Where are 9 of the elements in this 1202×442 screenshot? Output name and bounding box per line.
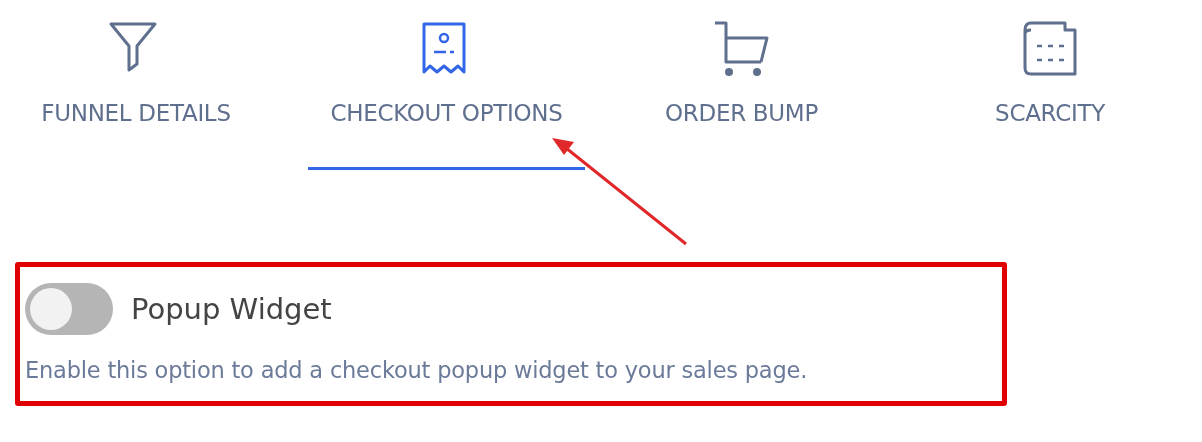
option-title: Popup Widget: [131, 292, 332, 326]
tab[interactable]: CHECKOUT OPTIONS: [308, 0, 585, 170]
tab[interactable]: ORDER BUMP: [585, 0, 898, 170]
option-description: Enable this option to add a checkout popup widget to your sales page.: [25, 357, 809, 383]
tab[interactable]: SCARCITY: [898, 0, 1202, 170]
tab[interactable]: FUNNEL DETAILS: [0, 0, 272, 170]
cart-icon: [712, 20, 771, 78]
calendar-icon: [1021, 20, 1079, 78]
toggle-switch[interactable]: [25, 283, 113, 335]
